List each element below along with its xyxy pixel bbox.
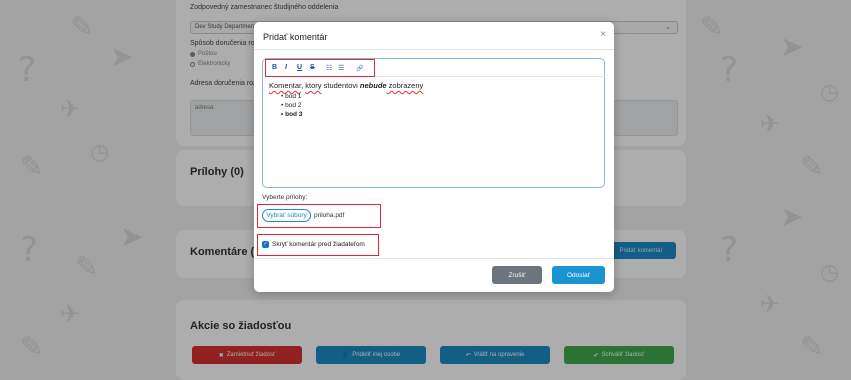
editor-content[interactable]: Komentar, ktory studentovi nebude zobraz… xyxy=(269,81,423,119)
editor-text: studentovi xyxy=(321,81,360,90)
attachments-label: Vyberte prílohy: xyxy=(262,194,308,201)
choose-files-button[interactable]: Vybrať súbory xyxy=(262,209,311,222)
editor-text: ktory xyxy=(305,81,322,90)
editor-text: zobrazeny xyxy=(386,81,424,90)
list-item: bod 2 xyxy=(281,101,423,110)
file-picker-highlight: Vybrať súbory priloha.pdf xyxy=(257,204,381,228)
submit-button[interactable]: Odoslať xyxy=(552,266,605,284)
link-icon[interactable]: 🔗 xyxy=(356,65,363,72)
submit-label: Odoslať xyxy=(566,271,591,279)
cancel-label: Zrušiť xyxy=(508,271,526,279)
italic-button[interactable]: I xyxy=(285,64,287,71)
underline-button[interactable]: U xyxy=(297,64,302,71)
editor-bullet-list: bod 1 bod 2 bod 3 xyxy=(281,92,423,119)
editor-text-bold-italic: nebude xyxy=(359,81,387,90)
hide-comment-label[interactable]: Skryť komentár pred žiadateľom xyxy=(272,241,365,248)
bullet-list-icon[interactable]: ☰ xyxy=(338,64,344,72)
modal-header: Pridať komentár × xyxy=(254,22,614,50)
cancel-button[interactable]: Zrušiť xyxy=(492,266,542,284)
hide-comment-highlight: ✓ Skryť komentár pred žiadateľom xyxy=(257,234,379,256)
modal-title: Pridať komentár xyxy=(263,32,328,42)
bold-button[interactable]: B xyxy=(272,64,277,71)
add-comment-modal: Pridať komentár × B I U S ☷ ☰ 🔗 Komentar… xyxy=(254,22,614,292)
editor-first-line: Komentar, ktory studentovi nebude zobraz… xyxy=(269,81,423,90)
ordered-list-icon[interactable]: ☷ xyxy=(326,64,332,72)
choose-files-label: Vybrať súbory xyxy=(266,212,307,219)
editor-text: Komentar xyxy=(269,81,302,90)
comment-editor[interactable]: B I U S ☷ ☰ 🔗 Komentar, ktory studentovi… xyxy=(262,58,605,188)
list-item: bod 1 xyxy=(281,92,423,101)
file-name: priloha.pdf xyxy=(314,212,345,219)
hide-comment-checkbox[interactable]: ✓ xyxy=(262,241,269,248)
toolbar-highlight: B I U S ☷ ☰ 🔗 xyxy=(265,59,375,77)
editor-toolbar: B I U S ☷ ☰ 🔗 xyxy=(265,59,605,77)
list-item: bod 3 xyxy=(281,110,423,119)
modal-footer-divider xyxy=(254,258,614,259)
close-icon[interactable]: × xyxy=(600,29,606,40)
strike-button[interactable]: S xyxy=(310,64,315,71)
